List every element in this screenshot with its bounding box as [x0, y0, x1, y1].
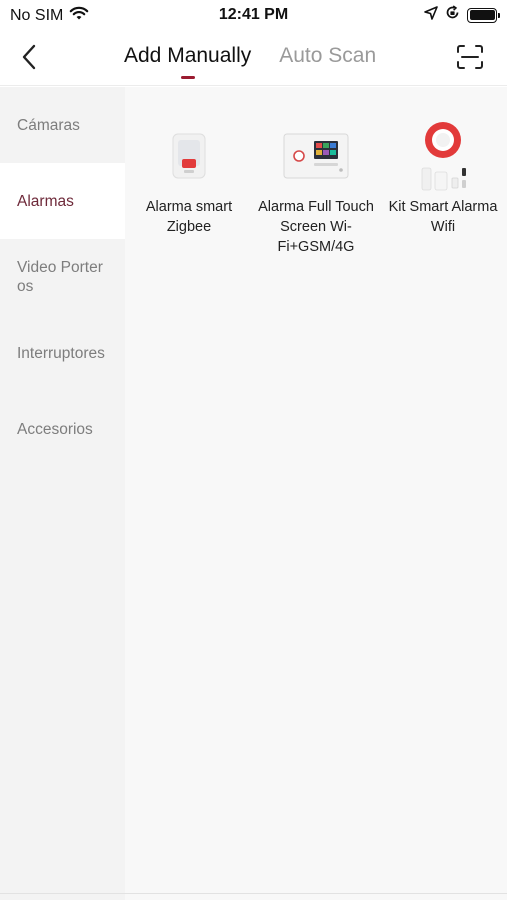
category-sidebar: Cámaras Alarmas Video Porteros Interrupt…	[0, 87, 125, 900]
tab-auto-scan-label: Auto Scan	[279, 44, 377, 67]
status-right	[424, 5, 500, 25]
sidebar-item-label: Accesorios	[17, 420, 93, 438]
status-bar: No SIM 12:41 PM	[0, 0, 507, 30]
sidebar-item-interruptores[interactable]: Interruptores	[0, 315, 125, 391]
product-grid: Alarma smart Zigbee Alarma Full Touch Sc…	[125, 87, 507, 900]
back-button[interactable]	[14, 42, 44, 72]
touch-panel-icon	[253, 115, 379, 197]
battery-icon	[467, 7, 500, 23]
product-name: Alarma smart Zigbee	[145, 199, 233, 235]
location-arrow-icon	[424, 5, 438, 25]
scan-qr-button[interactable]	[455, 42, 485, 72]
tab-auto-scan[interactable]: Auto Scan	[279, 44, 376, 68]
sidebar-item-label: Alarmas	[17, 192, 74, 210]
scan-frame-icon	[457, 45, 483, 69]
product-card-kit-smart-alarma[interactable]: Kit Smart Alarma Wifi	[380, 115, 506, 237]
alarm-kit-icon	[380, 115, 506, 197]
rotation-lock-icon	[445, 5, 460, 25]
product-card-alarma-smart-zigbee[interactable]: Alarma smart Zigbee	[126, 115, 252, 237]
mode-tabs: Add Manually Auto Scan	[124, 44, 376, 79]
siren-device-icon	[126, 115, 252, 197]
navigation-header: Add Manually Auto Scan	[0, 30, 507, 86]
product-name: Alarma Full Touch Screen Wi-Fi+GSM/4G	[258, 199, 374, 255]
sidebar-item-camaras[interactable]: Cámaras	[0, 87, 125, 163]
product-name: Kit Smart Alarma Wifi	[388, 199, 498, 235]
active-tab-indicator	[180, 76, 195, 79]
sidebar-item-video-porteros[interactable]: Video Porteros	[0, 239, 125, 315]
sidebar-item-label: Cámaras	[17, 116, 80, 134]
sidebar-item-accesorios[interactable]: Accesorios	[0, 391, 125, 467]
tab-add-manually[interactable]: Add Manually	[124, 44, 252, 79]
sidebar-item-label: Interruptores	[17, 344, 105, 362]
chevron-left-icon	[22, 44, 36, 70]
bottom-divider	[0, 893, 507, 894]
tab-add-manually-label: Add Manually	[124, 44, 252, 67]
sidebar-item-alarmas[interactable]: Alarmas	[0, 163, 125, 239]
sidebar-item-label: Video Porteros	[17, 259, 103, 295]
product-card-alarma-full-touch[interactable]: Alarma Full Touch Screen Wi-Fi+GSM/4G	[253, 115, 379, 257]
